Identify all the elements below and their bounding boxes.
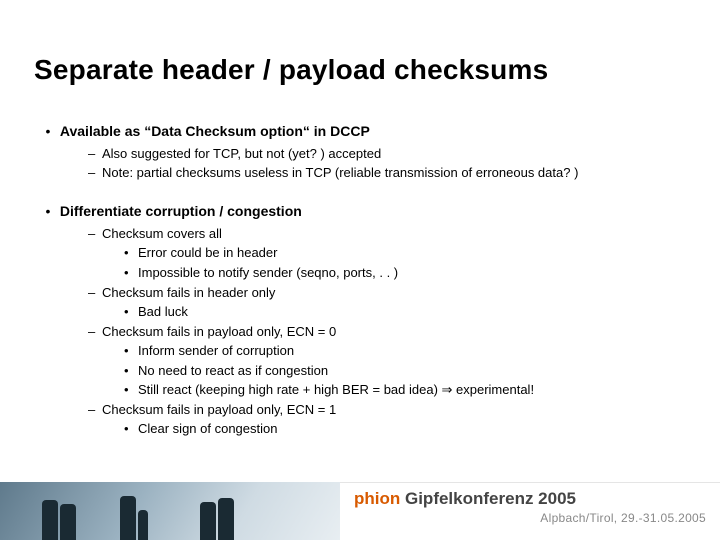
sub-sub-text: Impossible to notify sender (seqno, port… (138, 265, 398, 280)
silhouette-icon (200, 502, 216, 540)
bullet-icon: • (40, 122, 56, 141)
sub-text: Checksum fails in header only (102, 285, 275, 300)
slide-body: • Available as “Data Checksum option“ in… (40, 122, 680, 440)
sub-sub-bullet: •Still react (keeping high rate + high B… (124, 381, 680, 399)
bullet-icon: • (124, 264, 138, 282)
bullet-icon: • (124, 244, 138, 262)
brand-name: phion (354, 489, 400, 508)
sub-text: Checksum fails in payload only, ECN = 1 (102, 402, 336, 417)
conference-subtitle: Alpbach/Tirol, 29.-31.05.2005 (354, 511, 706, 525)
dash-icon: – (88, 401, 102, 419)
bullet-icon: • (124, 303, 138, 321)
silhouette-icon (42, 500, 58, 540)
sub-sub-text: Bad luck (138, 304, 188, 319)
bullet-icon: • (40, 202, 56, 221)
bullet-icon: • (124, 362, 138, 380)
sub-sub-bullet: •Impossible to notify sender (seqno, por… (124, 264, 680, 282)
bullet-1-text: Available as “Data Checksum option“ in D… (60, 123, 370, 139)
sub-text: Checksum fails in payload only, ECN = 0 (102, 324, 336, 339)
sub-sub-bullet: •Clear sign of congestion (124, 420, 680, 438)
dash-icon: – (88, 284, 102, 302)
sub-bullet: –Checksum fails in header only (88, 284, 680, 302)
sub-sub-bullet: •Bad luck (124, 303, 680, 321)
sub-text: Checksum covers all (102, 226, 222, 241)
sub-sub-bullet: •Error could be in header (124, 244, 680, 262)
sub-sub-text: Clear sign of congestion (138, 421, 277, 436)
dash-icon: – (88, 225, 102, 243)
slide-title: Separate header / payload checksums (34, 54, 548, 86)
bullet-icon: • (124, 381, 138, 399)
bullet-2: • Differentiate corruption / congestion (40, 202, 680, 221)
slide: Separate header / payload checksums • Av… (0, 0, 720, 540)
sub-sub-bullet: •No need to react as if congestion (124, 362, 680, 380)
sub-sub-text: Inform sender of corruption (138, 343, 294, 358)
silhouette-icon (120, 496, 136, 540)
bullet-icon: • (124, 342, 138, 360)
conference-name: Gipfelkonferenz 2005 (400, 489, 576, 508)
sub-text: Note: partial checksums useless in TCP (… (102, 165, 578, 180)
sub-sub-text: No need to react as if congestion (138, 363, 328, 378)
dash-icon: – (88, 164, 102, 182)
conference-title: phion Gipfelkonferenz 2005 (354, 489, 706, 509)
sub-bullet: –Also suggested for TCP, but not (yet? )… (88, 145, 680, 163)
silhouette-icon (138, 510, 148, 540)
sub-text: Also suggested for TCP, but not (yet? ) … (102, 146, 381, 161)
sub-sub-text: Error could be in header (138, 245, 277, 260)
sub-sub-bullet: •Inform sender of corruption (124, 342, 680, 360)
sub-bullet: –Checksum fails in payload only, ECN = 1 (88, 401, 680, 419)
sub-bullet: –Checksum fails in payload only, ECN = 0 (88, 323, 680, 341)
bullet-1: • Available as “Data Checksum option“ in… (40, 122, 680, 141)
sub-bullet: –Note: partial checksums useless in TCP … (88, 164, 680, 182)
footer-photo (0, 482, 340, 540)
footer-text: phion Gipfelkonferenz 2005 Alpbach/Tirol… (340, 482, 720, 540)
sub-bullet: –Checksum covers all (88, 225, 680, 243)
silhouette-icon (218, 498, 234, 540)
dash-icon: – (88, 145, 102, 163)
silhouette-icon (60, 504, 76, 540)
footer-banner: phion Gipfelkonferenz 2005 Alpbach/Tirol… (0, 482, 720, 540)
dash-icon: – (88, 323, 102, 341)
sub-sub-text: Still react (keeping high rate + high BE… (138, 382, 534, 397)
bullet-icon: • (124, 420, 138, 438)
bullet-2-text: Differentiate corruption / congestion (60, 203, 302, 219)
